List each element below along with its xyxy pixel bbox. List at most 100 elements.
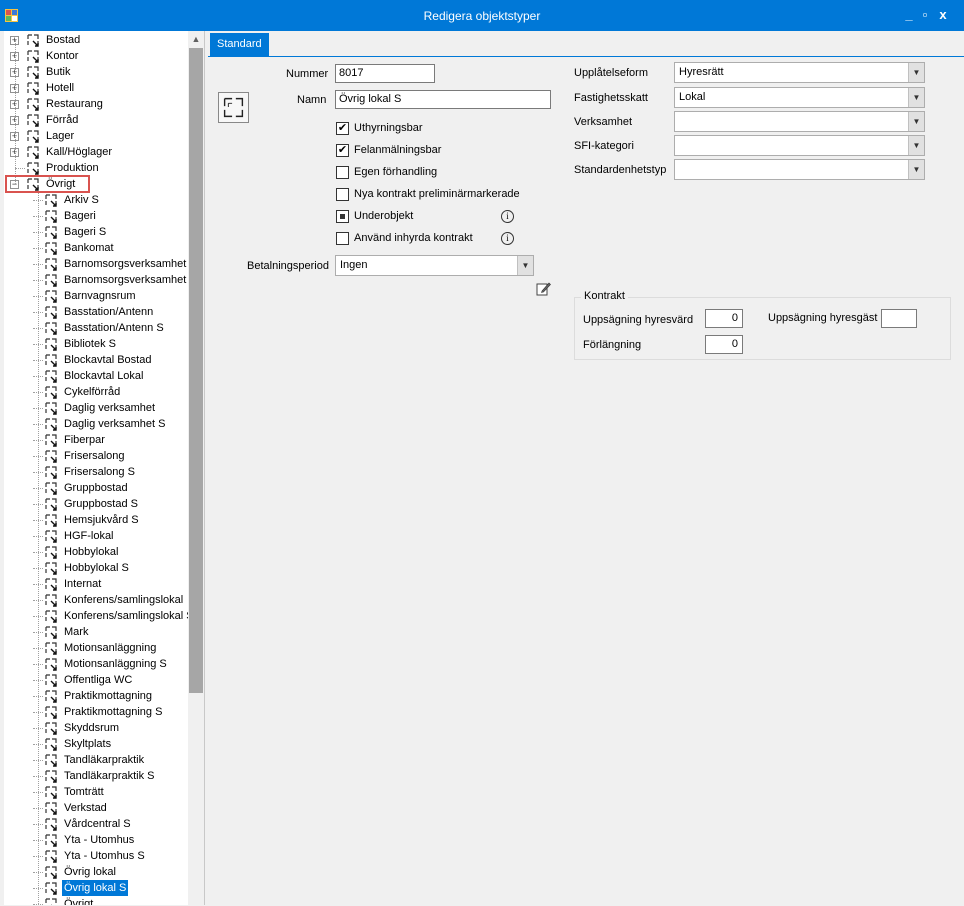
tree-child-item[interactable]: Frisersalong S (4, 464, 188, 480)
tree-child-item[interactable]: Konferens/samlingslokal (4, 592, 188, 608)
chevron-down-icon[interactable]: ▼ (908, 88, 924, 107)
tree-child-item[interactable]: Motionsanläggning S (4, 656, 188, 672)
object-type-icon (45, 482, 57, 495)
tree-child-item[interactable]: Skyltplats (4, 736, 188, 752)
scroll-thumb[interactable] (189, 48, 203, 693)
tree-item[interactable]: + Restaurang (4, 96, 188, 112)
tree-item[interactable]: + Bostad (4, 32, 188, 48)
underobjekt-info-icon[interactable]: i (501, 210, 514, 223)
object-type-icon (45, 258, 57, 271)
scroll-up-icon[interactable]: ▲ (188, 31, 204, 48)
forlangning-field[interactable]: 0 (705, 335, 743, 354)
tree-child-item[interactable]: Bageri (4, 208, 188, 224)
tree-item-label: Blockavtal Bostad (64, 354, 152, 366)
nummer-field[interactable]: 8017 (335, 64, 435, 83)
tree-child-item[interactable]: Yta - Utomhus S (4, 848, 188, 864)
nya-kontrakt-checkbox[interactable] (336, 188, 349, 201)
chevron-down-icon[interactable]: ▼ (908, 63, 924, 82)
object-type-icon (45, 562, 57, 575)
tree-child-item[interactable]: Tandläkarpraktik (4, 752, 188, 768)
tree-item-label: Restaurang (46, 98, 103, 110)
tree-child-item[interactable]: Övrig lokal S (4, 879, 188, 897)
object-type-icon (45, 642, 57, 655)
tree-child-item[interactable]: Basstation/Antenn (4, 304, 188, 320)
tree-child-item[interactable]: Hemsjukvård S (4, 512, 188, 528)
tree-child-item[interactable]: Praktikmottagning S (4, 704, 188, 720)
tree-child-item[interactable]: Frisersalong (4, 448, 188, 464)
tree-child-item[interactable]: Vårdcentral S (4, 816, 188, 832)
egen-forhandling-checkbox[interactable] (336, 166, 349, 179)
tree-item[interactable]: + Hotell (4, 80, 188, 96)
verksamhet-select[interactable]: ▼ (674, 111, 925, 132)
uthyrningsbar-checkbox[interactable]: ✔ (336, 122, 349, 135)
chevron-down-icon[interactable]: ▼ (517, 256, 533, 275)
tree-child-item[interactable]: Barnvagnsrum (4, 288, 188, 304)
tree-child-item[interactable]: Övrigt (4, 896, 188, 905)
chevron-down-icon[interactable]: ▼ (908, 160, 924, 179)
tree-item-label: Kall/Höglager (46, 146, 113, 158)
tree-child-item[interactable]: Yta - Utomhus (4, 832, 188, 848)
tree-child-item[interactable]: Tomträtt (4, 784, 188, 800)
tree-child-item[interactable]: Daglig verksamhet (4, 400, 188, 416)
tree-child-item[interactable]: Tandläkarpraktik S (4, 768, 188, 784)
tree-child-item[interactable]: Konferens/samlingslokal S (4, 608, 194, 624)
tree-connector-vertical (15, 40, 16, 184)
close-button[interactable]: x (932, 6, 954, 24)
anvand-inhyrda-info-icon[interactable]: i (501, 232, 514, 245)
sfi-kategori-select[interactable]: ▼ (674, 135, 925, 156)
object-type-icon (45, 386, 57, 399)
object-type-icon (45, 434, 57, 447)
tree-scrollbar[interactable]: ▲ (188, 31, 204, 905)
tree-child-item[interactable]: Bageri S (4, 224, 188, 240)
chevron-down-icon[interactable]: ▼ (908, 136, 924, 155)
tree-child-item[interactable]: Bankomat (4, 240, 188, 256)
tree-child-item[interactable]: Praktikmottagning (4, 688, 188, 704)
tree-child-item[interactable]: Bibliotek S (4, 336, 188, 352)
tree-child-item[interactable]: Hobbylokal (4, 544, 188, 560)
upplatelseform-select[interactable]: Hyresrätt ▼ (674, 62, 925, 83)
tree-child-item[interactable]: HGF-lokal (4, 528, 188, 544)
tree-child-item[interactable]: Hobbylokal S (4, 560, 188, 576)
underobjekt-checkbox[interactable] (336, 210, 349, 223)
tree-child-item[interactable]: Daglig verksamhet S (4, 416, 188, 432)
tree-child-item[interactable]: Övrig lokal (4, 864, 188, 880)
tree-child-item[interactable]: Basstation/Antenn S (4, 320, 188, 336)
tree-child-item[interactable]: Skyddsrum (4, 720, 188, 736)
tree-child-item[interactable]: Mark (4, 624, 188, 640)
tree-child-item[interactable]: Offentliga WC (4, 672, 188, 688)
tree-item[interactable]: + Kontor (4, 48, 188, 64)
nummer-label: Nummer (286, 68, 329, 80)
tree-item-label: Kontor (46, 50, 79, 62)
tree-child-item[interactable]: Internat (4, 576, 188, 592)
fastighetsskatt-select[interactable]: Lokal ▼ (674, 87, 925, 108)
tree-item[interactable]: + Förråd (4, 112, 188, 128)
tree-item[interactable]: + Butik (4, 64, 188, 80)
tree-child-item[interactable]: Gruppbostad S (4, 496, 188, 512)
tree-child-item[interactable]: Arkiv S (4, 192, 188, 208)
uppsagning-hyresvard-field[interactable]: 0 (705, 309, 743, 328)
chevron-down-icon[interactable]: ▼ (908, 112, 924, 131)
betalningsperiod-select[interactable]: Ingen ▼ (335, 255, 534, 276)
standardenhetstyp-select[interactable]: ▼ (674, 159, 925, 180)
uppsagning-hyresgast-field[interactable] (881, 309, 917, 328)
tree-child-item[interactable]: Gruppbostad (4, 480, 188, 496)
felanmalningsbar-checkbox[interactable]: ✔ (336, 144, 349, 157)
tree-child-item[interactable]: Blockavtal Bostad (4, 352, 188, 368)
namn-field[interactable]: Övrig lokal S (335, 90, 551, 109)
tree-child-item[interactable]: Barnomsorgsverksamhet S (4, 272, 197, 288)
tab-standard[interactable]: Standard (210, 33, 269, 56)
tree-item-label: Barnvagnsrum (64, 290, 136, 302)
tree-child-item[interactable]: Motionsanläggning (4, 640, 188, 656)
tree-child-item[interactable]: Verkstad (4, 800, 188, 816)
tree-item[interactable]: Produktion (4, 160, 188, 176)
object-type-tree[interactable]: + Bostad + Kontor + Butik + Hotell + Restaurang + F… (4, 31, 205, 905)
tree-child-item[interactable]: Blockavtal Lokal (4, 368, 188, 384)
tree-child-item[interactable]: Fiberpar (4, 432, 188, 448)
tree-item[interactable]: + Lager (4, 128, 188, 144)
tree-child-item[interactable]: Cykelförråd (4, 384, 188, 400)
edit-icon[interactable] (536, 281, 551, 296)
tree-item[interactable]: + Kall/Höglager (4, 144, 188, 160)
anvand-inhyrda-checkbox[interactable] (336, 232, 349, 245)
tree-child-item[interactable]: Barnomsorgsverksamhet (4, 256, 188, 272)
object-type-icon (45, 706, 57, 719)
